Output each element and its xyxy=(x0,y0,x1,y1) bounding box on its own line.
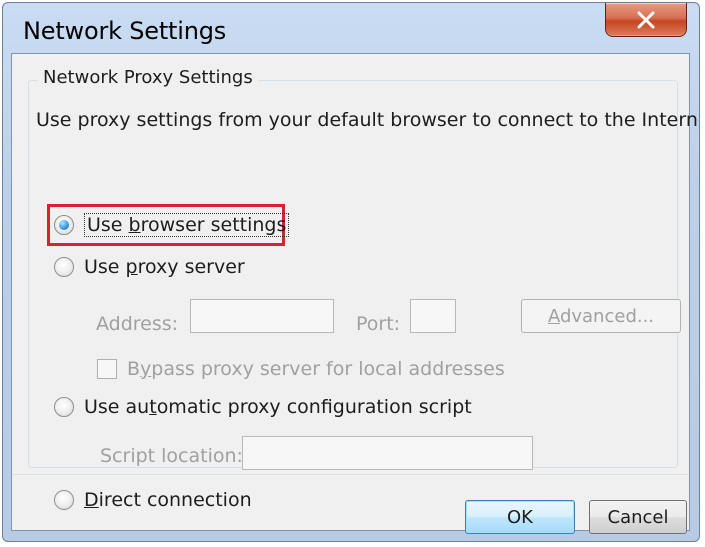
use-automatic-proxy-script-label[interactable]: Use automatic proxy configuration script xyxy=(84,396,472,418)
group-title: Network Proxy Settings xyxy=(37,67,259,88)
script-location-label: Script location: xyxy=(100,445,243,467)
close-button[interactable] xyxy=(605,3,687,37)
title-bar: Network Settings xyxy=(3,3,699,51)
direct-connection-option[interactable]: Direct connection xyxy=(54,487,252,513)
use-browser-settings-radio[interactable] xyxy=(54,215,74,235)
direct-connection-radio[interactable] xyxy=(54,490,74,510)
use-browser-settings-option[interactable]: Use browser settings xyxy=(54,212,290,238)
ok-button[interactable]: OK xyxy=(465,500,575,534)
use-automatic-proxy-script-option[interactable]: Use automatic proxy configuration script xyxy=(54,394,472,420)
port-label: Port: xyxy=(356,313,401,335)
address-input[interactable] xyxy=(190,299,334,333)
bypass-local-addresses-checkbox[interactable] xyxy=(97,359,117,379)
bypass-local-addresses-label[interactable]: Bypass proxy server for local addresses xyxy=(127,358,505,380)
address-label: Address: xyxy=(96,313,179,335)
use-proxy-server-radio[interactable] xyxy=(54,257,74,277)
footer-divider xyxy=(12,474,689,475)
window-title: Network Settings xyxy=(23,17,227,45)
network-settings-window: Network Settings Network Proxy Settings … xyxy=(2,2,700,542)
use-browser-settings-label[interactable]: Use browser settings xyxy=(84,213,290,237)
use-automatic-proxy-script-radio[interactable] xyxy=(54,397,74,417)
advanced-button[interactable]: Advanced... xyxy=(521,299,681,333)
port-input[interactable] xyxy=(410,299,456,333)
dialog-client-area: Network Proxy Settings Use proxy setting… xyxy=(11,53,699,534)
close-icon xyxy=(637,11,655,29)
script-location-input[interactable] xyxy=(242,436,533,470)
cancel-button[interactable]: Cancel xyxy=(589,500,687,534)
bypass-local-addresses-option[interactable]: Bypass proxy server for local addresses xyxy=(97,358,505,380)
use-proxy-server-option[interactable]: Use proxy server xyxy=(54,254,245,280)
proxy-description: Use proxy settings from your default bro… xyxy=(36,109,700,131)
use-proxy-server-label[interactable]: Use proxy server xyxy=(84,256,245,278)
direct-connection-label[interactable]: Direct connection xyxy=(84,489,252,511)
